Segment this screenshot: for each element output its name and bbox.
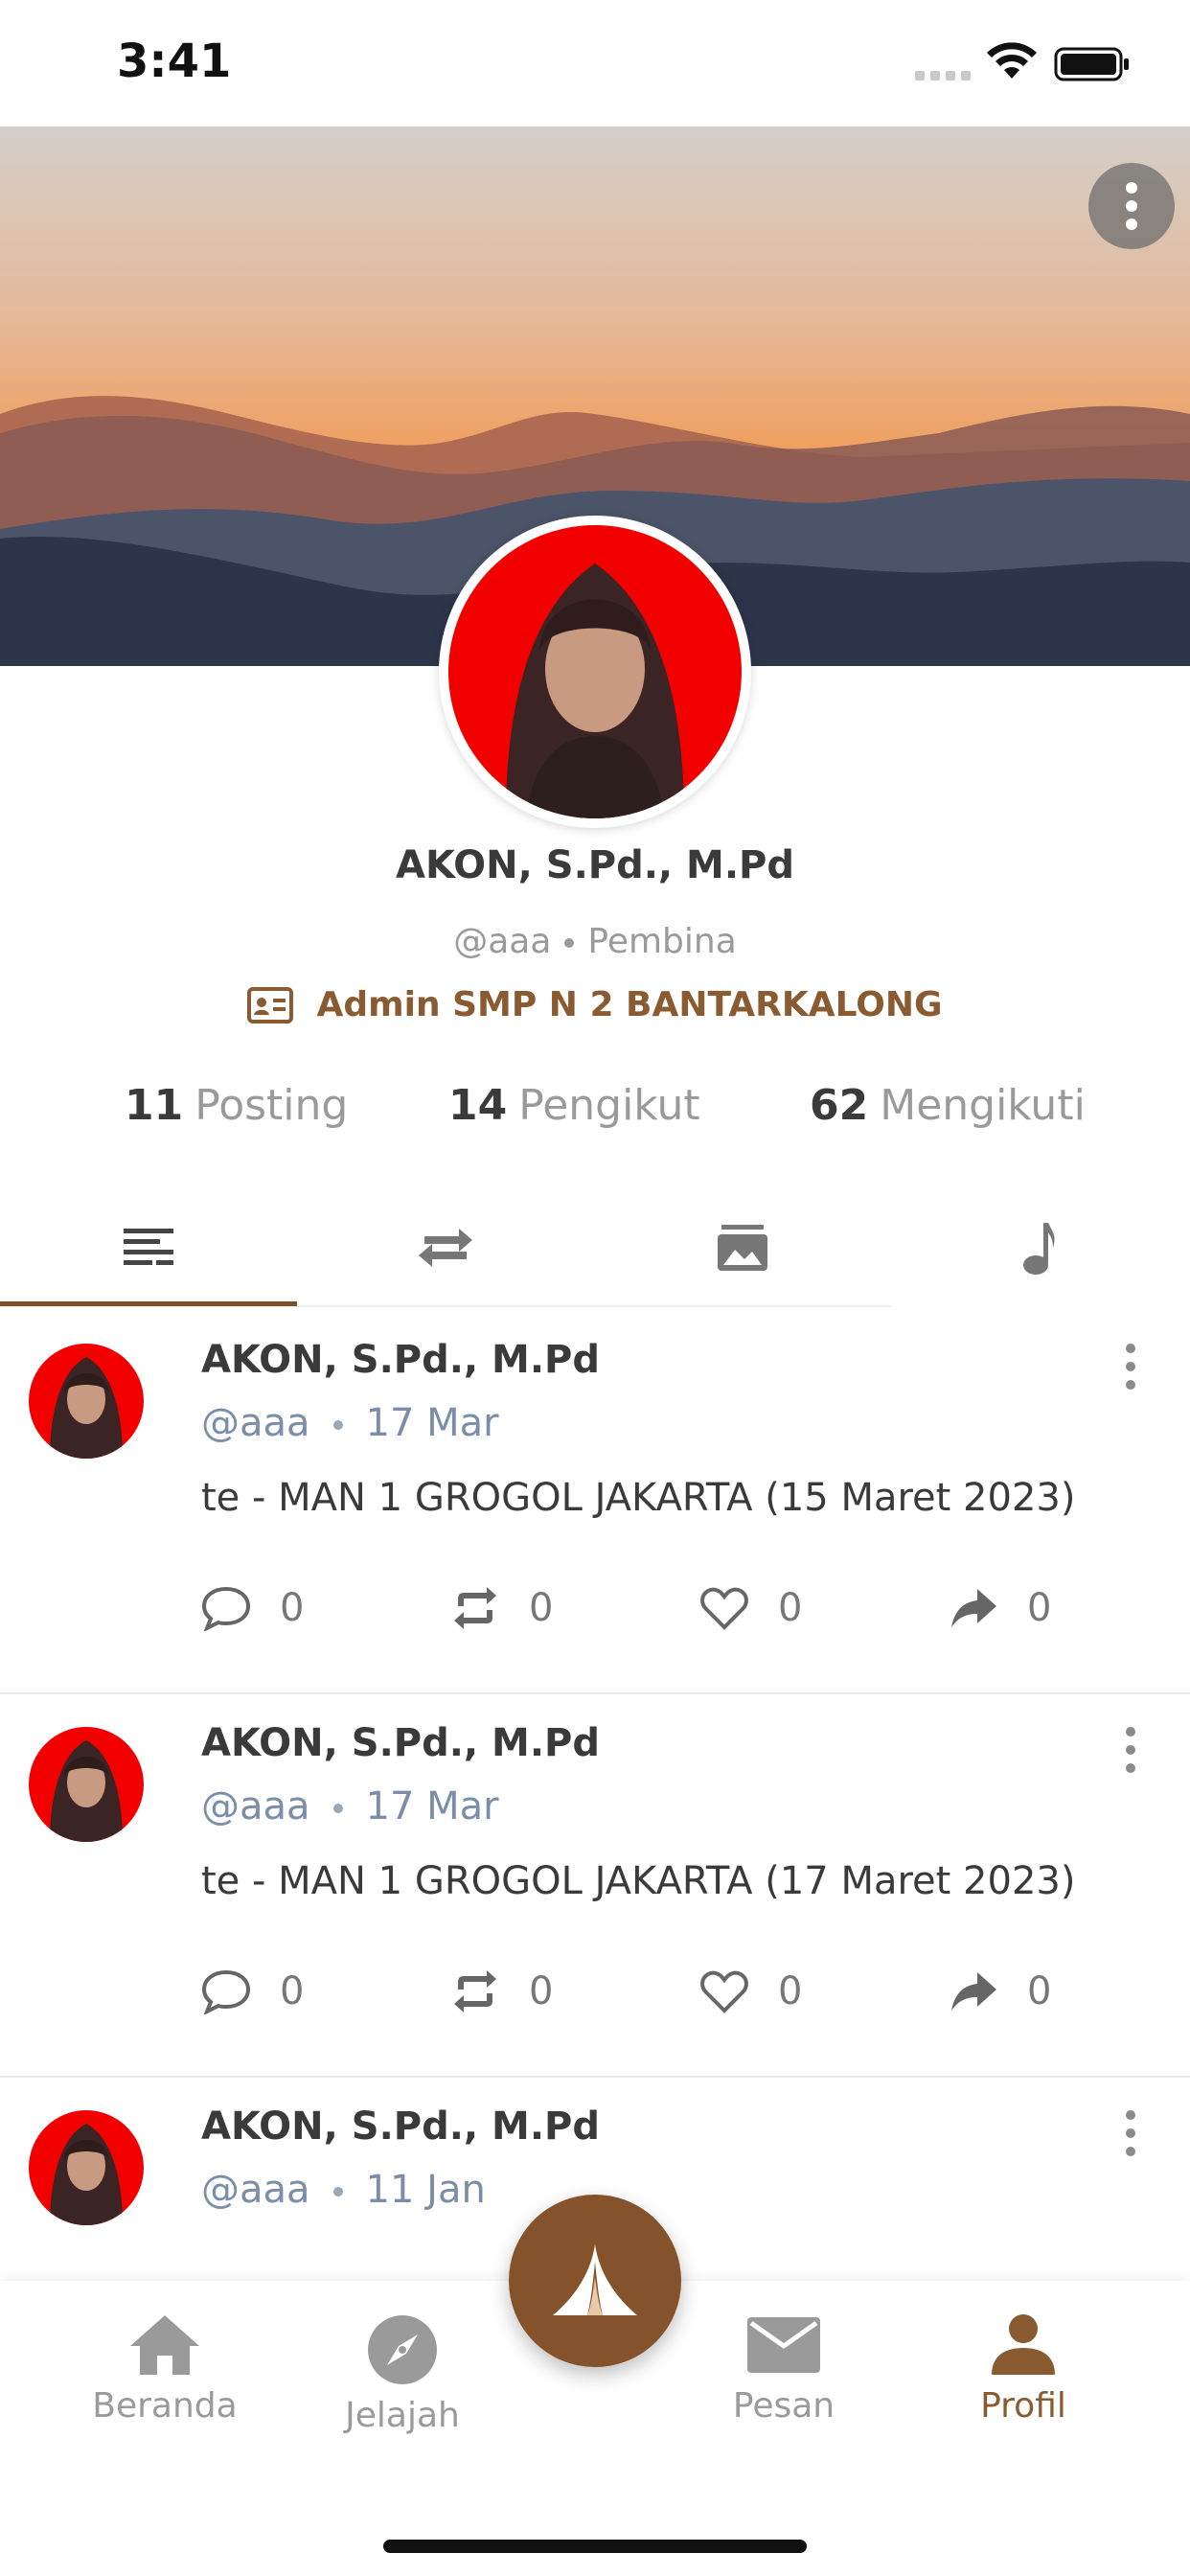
post-item[interactable]: AKON, S.Pd., M.Pd @aaa 17 Mar te - MAN 1 … xyxy=(0,1692,1190,2078)
home-indicator xyxy=(383,2540,807,2553)
share-button[interactable]: 0 xyxy=(949,1963,1051,2020)
battery-icon xyxy=(1054,47,1129,81)
gallery-icon xyxy=(718,1225,767,1271)
post-meta: @aaa 11 Jan xyxy=(201,2168,486,2212)
post-avatar[interactable] xyxy=(29,1344,144,1459)
nav-pesan[interactable]: Pesan xyxy=(678,2313,889,2426)
profile-handle: @aaa xyxy=(453,922,552,961)
active-tab-indicator xyxy=(0,1301,297,1306)
like-button[interactable]: 0 xyxy=(699,1963,802,2020)
repost-icon xyxy=(454,1970,496,2012)
post-more-button[interactable] xyxy=(1119,2110,1142,2156)
profile-meta: @aaa Pembina xyxy=(0,922,1190,961)
post-date: 11 Jan xyxy=(365,2168,486,2212)
post-author-name[interactable]: AKON, S.Pd., M.Pd xyxy=(201,1338,600,1382)
heart-icon xyxy=(700,1587,748,1630)
tab-gallery[interactable] xyxy=(594,1188,891,1307)
heart-icon xyxy=(700,1970,748,2013)
post-meta: @aaa 17 Mar xyxy=(201,1401,499,1445)
create-post-fab[interactable] xyxy=(509,2195,681,2367)
post-meta: @aaa 17 Mar xyxy=(201,1784,499,1828)
status-time: 3:41 xyxy=(117,34,232,88)
post-actions: 0 0 0 0 xyxy=(201,1579,1083,1637)
home-icon xyxy=(130,2315,199,2375)
repost-icon xyxy=(454,1587,496,1629)
more-options-button[interactable] xyxy=(1088,163,1175,249)
post-date: 17 Mar xyxy=(365,1401,499,1445)
post-avatar[interactable] xyxy=(29,1727,144,1842)
nav-beranda[interactable]: Beranda xyxy=(59,2313,270,2426)
share-count: 0 xyxy=(1027,1969,1052,2013)
post-handle: @aaa xyxy=(201,1784,310,1828)
post-handle: @aaa xyxy=(201,2168,310,2212)
post-author-name[interactable]: AKON, S.Pd., M.Pd xyxy=(201,1721,600,1765)
repost-count: 0 xyxy=(529,1969,554,2013)
music-note-icon xyxy=(1023,1223,1055,1275)
like-button[interactable]: 0 xyxy=(699,1579,802,1637)
post-text: te - MAN 1 GROGOL JAKARTA (17 Maret 2023… xyxy=(201,1859,1076,1903)
wifi-icon xyxy=(987,42,1037,79)
separator-dot xyxy=(564,938,575,948)
post-author-name[interactable]: AKON, S.Pd., M.Pd xyxy=(201,2104,600,2149)
like-count: 0 xyxy=(778,1586,803,1630)
repost-count: 0 xyxy=(529,1586,554,1630)
compass-icon xyxy=(368,2315,437,2384)
institution-label: Admin SMP N 2 BANTARKALONG xyxy=(316,985,943,1024)
post-item[interactable]: AKON, S.Pd., M.Pd @aaa 17 Mar te - MAN 1 … xyxy=(0,1309,1190,1694)
like-count: 0 xyxy=(778,1969,803,2013)
post-more-button[interactable] xyxy=(1119,1344,1142,1390)
comment-count: 0 xyxy=(280,1586,305,1630)
tent-logo-icon xyxy=(553,2244,637,2315)
post-text: te - MAN 1 GROGOL JAKARTA (15 Maret 2023… xyxy=(201,1476,1076,1520)
signal-icon xyxy=(915,71,971,80)
comment-icon xyxy=(201,1586,251,1631)
profile-tabs xyxy=(0,1188,1190,1307)
share-icon xyxy=(951,1972,996,2011)
comment-count: 0 xyxy=(280,1969,305,2013)
status-bar: 3:41 xyxy=(0,0,1190,126)
post-date: 17 Mar xyxy=(365,1784,499,1828)
comment-button[interactable]: 0 xyxy=(201,1963,304,2020)
mail-icon xyxy=(747,2317,820,2373)
share-icon xyxy=(951,1589,996,1627)
post-handle: @aaa xyxy=(201,1401,310,1445)
stat-posting[interactable]: 11 Posting xyxy=(125,1081,348,1130)
profile-avatar[interactable] xyxy=(439,516,751,828)
id-card-icon xyxy=(247,986,294,1024)
post-more-button[interactable] xyxy=(1119,1727,1142,1773)
share-button[interactable]: 0 xyxy=(949,1579,1051,1637)
comment-icon xyxy=(201,1969,251,2014)
comment-button[interactable]: 0 xyxy=(201,1579,304,1637)
tab-posts[interactable] xyxy=(0,1188,297,1307)
share-count: 0 xyxy=(1027,1586,1052,1630)
tab-music[interactable] xyxy=(891,1188,1188,1307)
repost-button[interactable]: 0 xyxy=(450,1579,553,1637)
post-avatar[interactable] xyxy=(29,2110,144,2225)
stat-following[interactable]: 62 Mengikuti xyxy=(810,1081,1086,1130)
institution-row: Admin SMP N 2 BANTARKALONG xyxy=(0,985,1190,1024)
stat-followers[interactable]: 14 Pengikut xyxy=(448,1081,700,1130)
profile-name: AKON, S.Pd., M.Pd xyxy=(396,843,794,887)
repost-button[interactable]: 0 xyxy=(450,1963,553,2020)
repost-icon xyxy=(419,1229,472,1267)
tab-reposts[interactable] xyxy=(297,1188,594,1307)
person-icon xyxy=(992,2314,1055,2375)
notes-icon xyxy=(124,1229,173,1265)
nav-jelajah[interactable]: Jelajah xyxy=(297,2313,508,2435)
profile-role: Pembina xyxy=(587,922,737,961)
post-actions: 0 0 0 0 xyxy=(201,1963,1083,2020)
nav-profil[interactable]: Profil xyxy=(918,2313,1129,2426)
